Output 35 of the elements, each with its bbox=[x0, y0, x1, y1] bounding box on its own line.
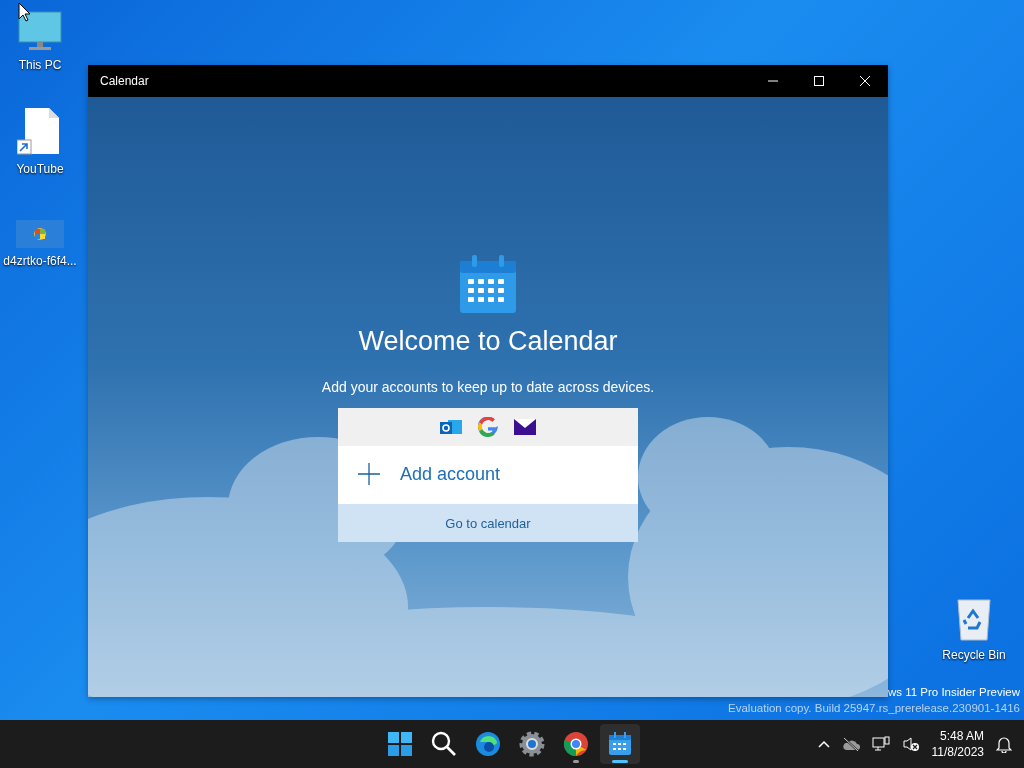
recycle-bin-icon bbox=[954, 596, 994, 642]
notification-bell-icon[interactable] bbox=[996, 735, 1012, 753]
settings-icon bbox=[518, 730, 546, 758]
close-icon bbox=[859, 75, 871, 87]
outlook-icon bbox=[440, 418, 462, 437]
desktop-icon-label[interactable]: Recycle Bin bbox=[942, 646, 1006, 664]
envelope-icon bbox=[514, 419, 536, 436]
image-thumbnail-icon bbox=[16, 220, 64, 248]
google-icon bbox=[478, 417, 498, 438]
cloud-off-icon bbox=[841, 737, 860, 751]
chevron-up-icon bbox=[817, 740, 830, 748]
watermark-text: Evaluation copy. Build 25947.rs_prerelease.230901-1416 bbox=[728, 701, 1020, 716]
welcome-heading: Welcome to Calendar bbox=[358, 325, 618, 358]
desktop-icon-label[interactable]: YouTube bbox=[16, 160, 64, 178]
start-icon bbox=[386, 730, 414, 758]
window-title: Calendar bbox=[99, 73, 150, 90]
network-monitor-icon bbox=[871, 736, 890, 752]
calendar-icon bbox=[606, 730, 634, 758]
go-to-calendar-button[interactable]: Go to calendar bbox=[338, 504, 638, 543]
taskbar-button[interactable] bbox=[600, 724, 640, 764]
search-icon bbox=[430, 730, 458, 758]
desktop-icon-label[interactable]: d4zrtko-f6f4... bbox=[3, 252, 77, 270]
chrome-icon bbox=[562, 730, 590, 758]
clock-time[interactable]: 5:48 AM bbox=[931, 728, 984, 744]
welcome-subtitle: Add your accounts to keep up to date across devices. bbox=[321, 378, 655, 398]
clock-date[interactable]: 11/8/2023 bbox=[931, 744, 984, 760]
watermark-text: ws 11 Pro Insider Preview bbox=[886, 685, 1020, 700]
speaker-muted-icon bbox=[901, 736, 920, 752]
monitor-icon bbox=[17, 10, 63, 52]
desktop-icon-label[interactable]: This PC bbox=[18, 56, 62, 74]
mouse-pointer-icon bbox=[18, 2, 30, 22]
browser-swirl-icon bbox=[474, 730, 502, 758]
calendar-icon bbox=[458, 255, 518, 315]
plus-icon bbox=[358, 463, 380, 486]
maximize-icon bbox=[813, 75, 825, 87]
